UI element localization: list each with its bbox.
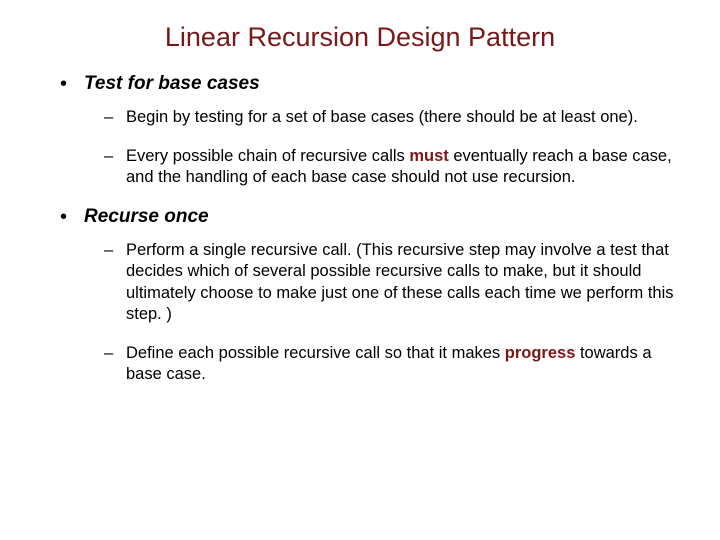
- text-run: Begin by testing for a set of base cases…: [126, 108, 638, 126]
- slide-title: Linear Recursion Design Pattern: [40, 22, 680, 53]
- slide: Linear Recursion Design Pattern Test for…: [0, 0, 720, 540]
- section-test-base-cases: Test for base cases Begin by testing for…: [60, 73, 680, 188]
- bullet-list-level1: Test for base cases Begin by testing for…: [60, 73, 680, 385]
- list-item: Define each possible recursive call so t…: [104, 343, 680, 385]
- keyword: must: [409, 147, 448, 165]
- list-item: Begin by testing for a set of base cases…: [104, 107, 680, 128]
- list-item: Every possible chain of recursive calls …: [104, 146, 680, 188]
- section-heading: Recurse once: [84, 206, 680, 228]
- text-run: Every possible chain of recursive calls: [126, 147, 409, 165]
- list-item: Perform a single recursive call. (This r…: [104, 240, 680, 324]
- bullet-list-level2: Perform a single recursive call. (This r…: [104, 240, 680, 385]
- bullet-list-level2: Begin by testing for a set of base cases…: [104, 107, 680, 188]
- keyword: progress: [505, 344, 576, 362]
- section-recurse-once: Recurse once Perform a single recursive …: [60, 206, 680, 385]
- text-run: Define each possible recursive call so t…: [126, 344, 505, 362]
- text-run: Perform a single recursive call. (This r…: [126, 241, 674, 322]
- section-heading: Test for base cases: [84, 73, 680, 95]
